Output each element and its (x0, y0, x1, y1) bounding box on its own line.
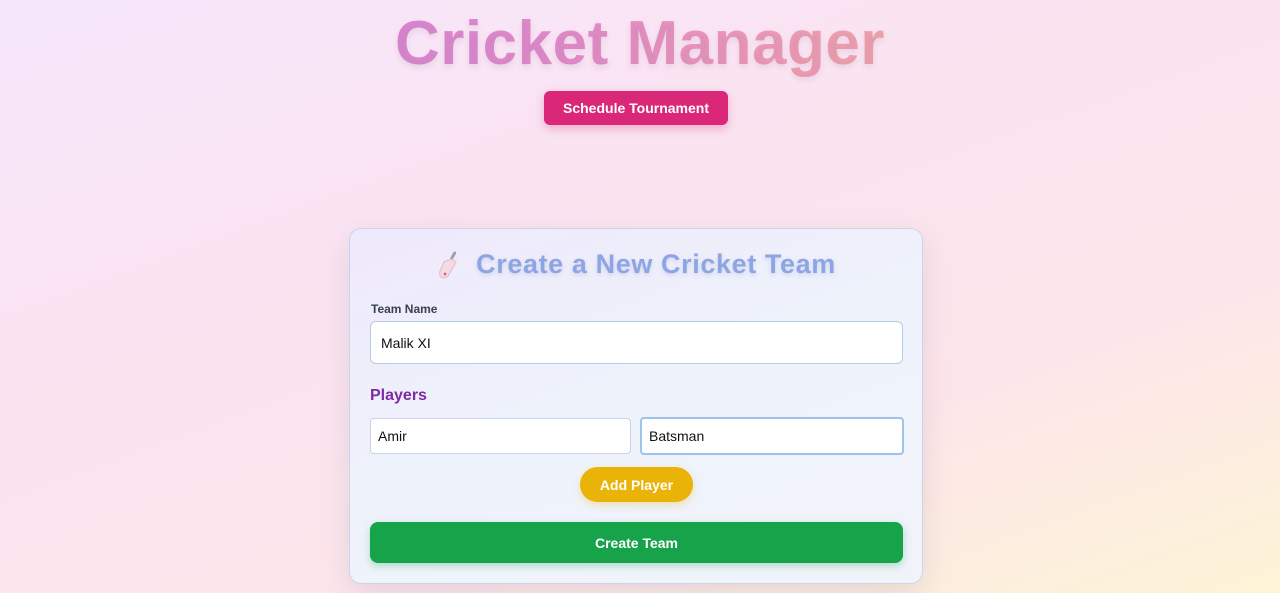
schedule-tournament-button[interactable]: Schedule Tournament (544, 91, 728, 125)
players-heading: Players (370, 387, 427, 404)
cricket-bat-icon (436, 250, 462, 280)
player-name-input[interactable] (370, 418, 631, 454)
create-team-card: Create a New Cricket Team Team Name Play… (349, 228, 923, 584)
card-heading: Create a New Cricket Team (350, 249, 922, 280)
add-player-button[interactable]: Add Player (580, 467, 693, 502)
team-name-input[interactable] (370, 321, 903, 364)
app-title: Cricket Manager (0, 8, 1280, 80)
card-title: Create a New Cricket Team (476, 249, 836, 279)
player-role-input[interactable] (640, 417, 904, 455)
team-name-label: Team Name (371, 302, 438, 316)
create-team-button[interactable]: Create Team (370, 522, 903, 563)
